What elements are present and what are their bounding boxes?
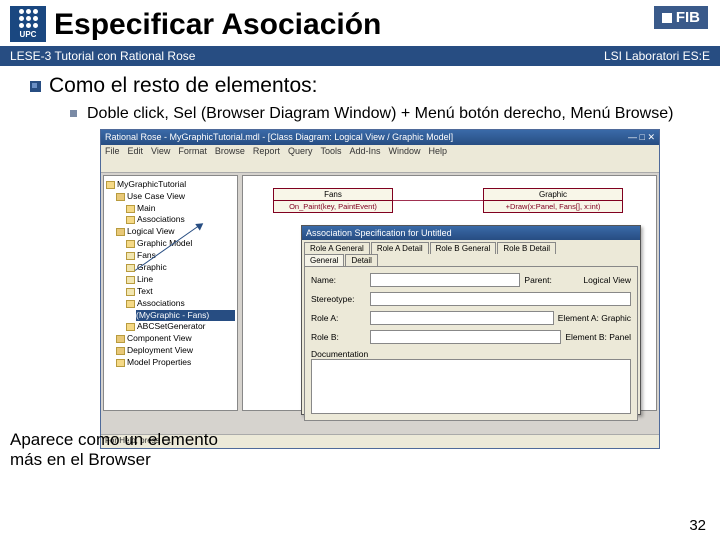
window-titlebar: Rational Rose - MyGraphicTutorial.mdl - … bbox=[101, 130, 659, 145]
fib-logo: FIB bbox=[654, 6, 708, 29]
lab-label: LSI Laboratori ES:E bbox=[604, 49, 710, 63]
course-label: LESE-3 Tutorial con Rational Rose bbox=[10, 49, 195, 63]
selected-association: (MyGraphic - Fans) bbox=[136, 310, 235, 322]
menubar[interactable]: FileEditViewFormatBrowseReportQueryTools… bbox=[101, 145, 659, 157]
page-number: 32 bbox=[689, 517, 706, 534]
name-field[interactable] bbox=[370, 273, 520, 287]
class-fans: Fans On_Paint(key, PaintEvent) bbox=[273, 188, 393, 213]
callout-text: Aparece como un elemento más en el Brows… bbox=[10, 430, 250, 471]
upc-logo: UPC bbox=[10, 6, 46, 42]
bullet-icon bbox=[30, 81, 41, 92]
stereotype-field[interactable] bbox=[370, 292, 631, 306]
app-screenshot: Rational Rose - MyGraphicTutorial.mdl - … bbox=[100, 129, 660, 449]
bullet-text: Como el resto de elementos: bbox=[49, 74, 317, 98]
association-dialog[interactable]: Association Specification for Untitled R… bbox=[301, 225, 641, 415]
rolea-field[interactable] bbox=[370, 311, 554, 325]
dialog-tabs: Role A General Role A Detail Role B Gene… bbox=[302, 240, 640, 254]
breadcrumb-bar: LESE-3 Tutorial con Rational Rose LSI La… bbox=[0, 46, 720, 66]
browser-tree[interactable]: MyGraphicTutorial Use Case View Main Ass… bbox=[103, 175, 238, 411]
roleb-field[interactable] bbox=[370, 330, 561, 344]
sub-bullet-text: Doble click, Sel (Browser Diagram Window… bbox=[87, 104, 673, 125]
sub-bullet-icon bbox=[70, 110, 77, 117]
page-title: Especificar Asociación bbox=[54, 6, 381, 42]
documentation-field[interactable] bbox=[311, 359, 631, 414]
class-graphic: Graphic +Draw(x:Panel, Fans[], x:int) bbox=[483, 188, 623, 213]
toolbar[interactable] bbox=[101, 157, 659, 173]
association-line bbox=[393, 200, 483, 201]
window-controls[interactable]: — □ ✕ bbox=[628, 132, 655, 143]
